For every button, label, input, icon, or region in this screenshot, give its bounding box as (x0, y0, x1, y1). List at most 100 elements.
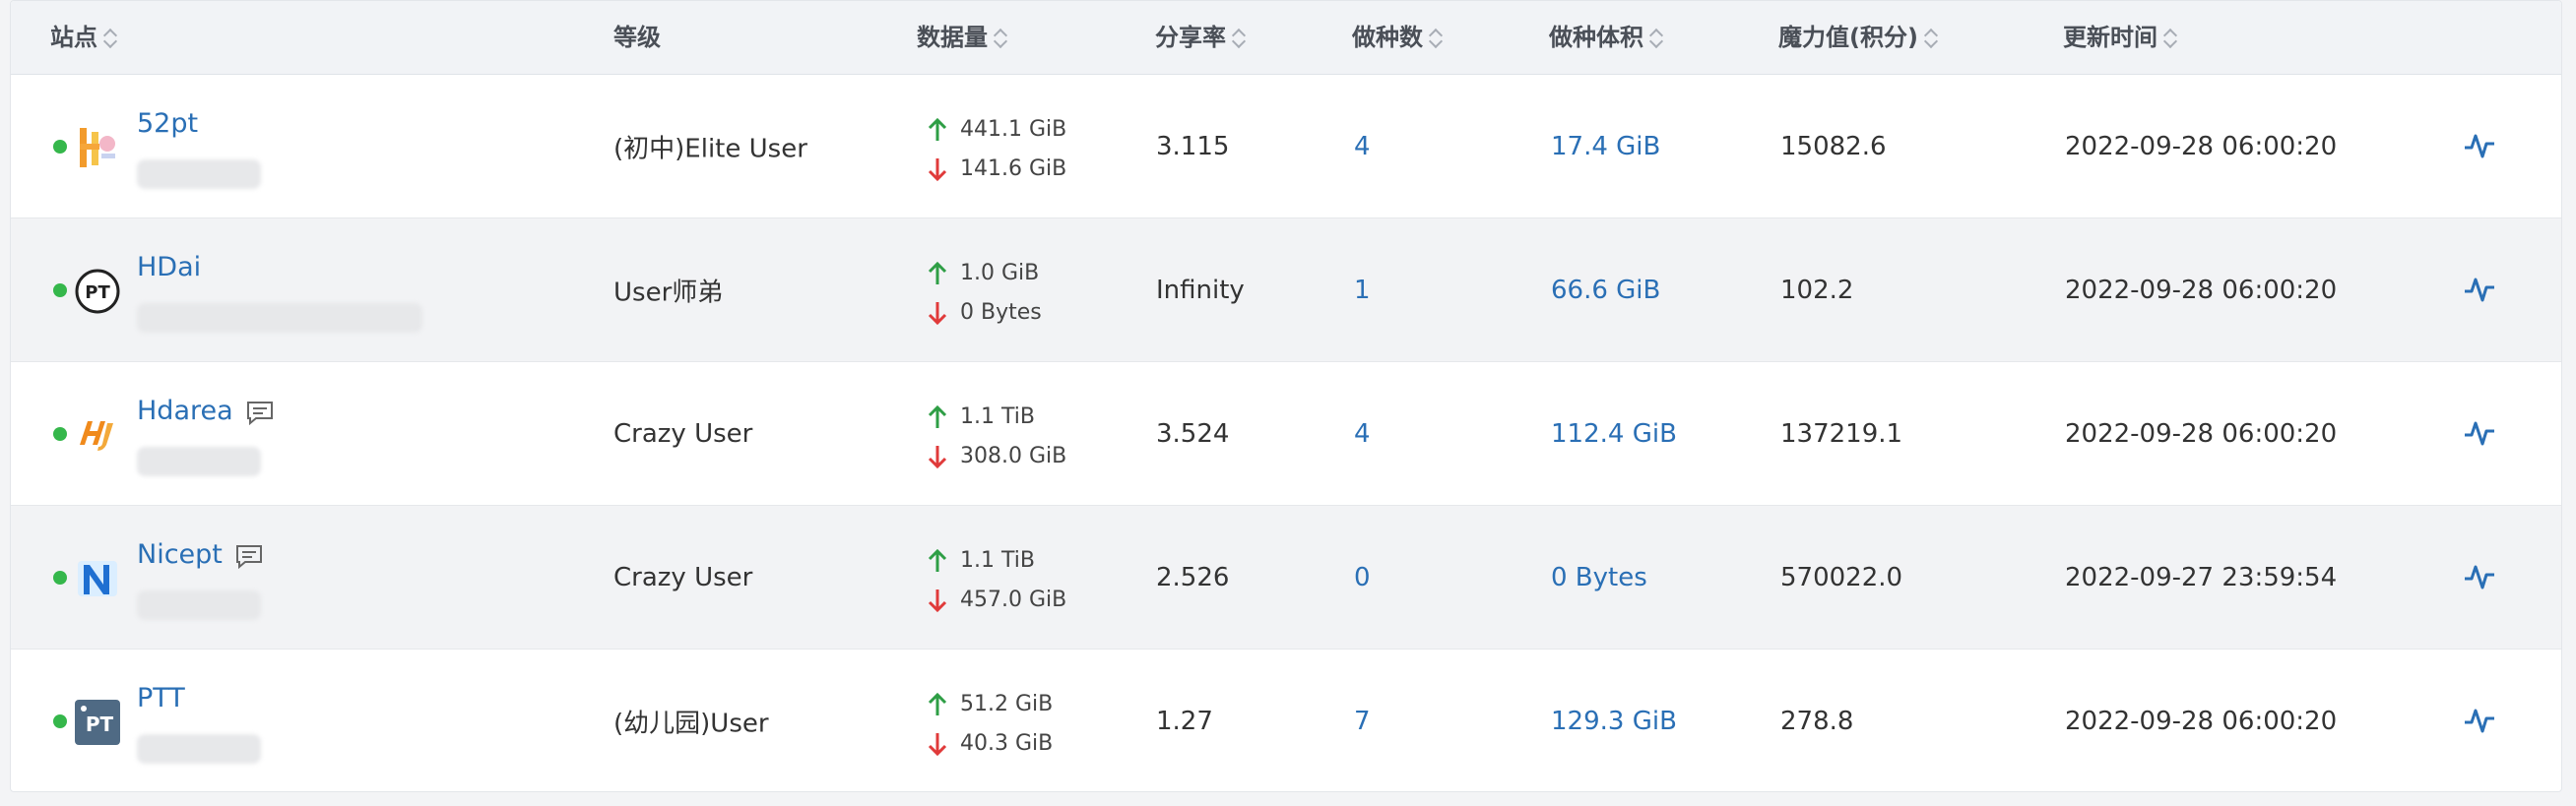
level-cell: Crazy User (613, 562, 753, 592)
level-cell: User师弟 (613, 278, 724, 307)
activity-chart-icon[interactable] (2463, 274, 2496, 305)
seeding-size-link[interactable]: 17.4 GiB (1551, 132, 1660, 161)
header-level: 等级 (613, 21, 661, 54)
site-name-label: 52pt (137, 108, 199, 139)
updated-cell: 2022-09-28 06:00:20 (2065, 131, 2338, 161)
ratio-cell: 3.115 (1156, 131, 1230, 161)
download-value: 457.0 GiB (960, 588, 1067, 612)
ratio-cell: 2.526 (1156, 562, 1230, 592)
site-name-link[interactable]: HDai (137, 252, 201, 282)
updated-cell: 2022-09-28 06:00:20 (2065, 706, 2338, 736)
level-cell: (初中)Elite User (613, 134, 807, 163)
level-cell: (幼儿园)User (613, 709, 769, 738)
seeding-size-link[interactable]: 112.4 GiB (1551, 419, 1677, 449)
header-data-volume-label: 数据量 (917, 24, 988, 51)
ratio-cell: Infinity (1156, 275, 1245, 305)
masked-username (137, 734, 261, 764)
site-name-link[interactable]: Nicept (137, 539, 264, 570)
nicept-logo-icon (78, 561, 117, 596)
table-row: PT PTT (幼儿园)User 51.2 GiB 40.3 GiB 1.27 … (11, 650, 2561, 791)
masked-username (137, 159, 261, 189)
header-bonus[interactable]: 魔力值(积分) (1778, 21, 1938, 54)
sort-icon[interactable] (1649, 28, 1663, 49)
upload-value: 1.0 GiB (960, 261, 1040, 285)
header-seeding-size-label: 做种体积 (1549, 24, 1643, 51)
updated-cell: 2022-09-28 06:00:20 (2065, 275, 2338, 305)
masked-username (137, 590, 261, 620)
download-value: 0 Bytes (960, 300, 1042, 325)
site-name-link[interactable]: 52pt (137, 108, 198, 139)
download-arrow-icon (928, 446, 947, 469)
table-header: 站点 等级 数据量 分享率 做种数 做种体积 魔力值(积分) 更新时间 (11, 1, 2561, 75)
table-row: Nicept Crazy User 1.1 TiB 457.0 GiB 2.52… (11, 506, 2561, 650)
online-status-dot (53, 571, 67, 585)
download-value: 308.0 GiB (960, 444, 1067, 468)
upload-arrow-icon (928, 261, 947, 284)
masked-username (137, 303, 422, 333)
site-name-label: Hdarea (137, 396, 233, 426)
online-status-dot (53, 140, 67, 154)
seeding-size-link[interactable]: 129.3 GiB (1551, 707, 1677, 736)
seeding-count-link[interactable]: 4 (1354, 419, 1371, 449)
sort-icon[interactable] (1429, 28, 1443, 49)
traffic-cell: 1.1 TiB 308.0 GiB (927, 398, 1066, 476)
activity-chart-icon[interactable] (2463, 705, 2496, 736)
ratio-cell: 3.524 (1156, 418, 1230, 449)
download-value: 141.6 GiB (960, 156, 1067, 181)
bonus-cell: 102.2 (1780, 275, 1854, 305)
header-data-volume[interactable]: 数据量 (917, 21, 1007, 54)
sort-icon[interactable] (994, 28, 1007, 49)
header-share-ratio-label: 分享率 (1155, 24, 1226, 51)
svg-text:PT: PT (86, 713, 114, 736)
site-name-link[interactable]: Hdarea (137, 396, 275, 426)
sort-icon[interactable] (1924, 28, 1938, 49)
seeding-count-link[interactable]: 4 (1354, 132, 1371, 161)
upload-value: 1.1 TiB (960, 548, 1035, 573)
header-site-label: 站点 (50, 24, 97, 51)
52pt-logo-icon (80, 128, 115, 167)
site-name-label: Nicept (137, 539, 223, 570)
header-updated-label: 更新时间 (2063, 24, 2157, 51)
site-stats-table: 站点 等级 数据量 分享率 做种数 做种体积 魔力值(积分) 更新时间 52pt… (10, 0, 2562, 792)
header-site[interactable]: 站点 (50, 21, 117, 54)
header-updated[interactable]: 更新时间 (2063, 21, 2177, 54)
activity-chart-icon[interactable] (2463, 561, 2496, 592)
bonus-cell: 137219.1 (1780, 418, 1903, 449)
bonus-cell: 278.8 (1780, 706, 1854, 736)
traffic-cell: 1.1 TiB 457.0 GiB (927, 541, 1066, 620)
activity-chart-icon[interactable] (2463, 130, 2496, 161)
sort-icon[interactable] (2163, 28, 2177, 49)
seeding-count-link[interactable]: 0 (1354, 563, 1371, 592)
download-arrow-icon (928, 733, 947, 757)
seeding-count-link[interactable]: 1 (1354, 276, 1371, 305)
upload-value: 1.1 TiB (960, 404, 1035, 429)
message-icon[interactable] (234, 543, 264, 569)
header-seeding-count[interactable]: 做种数 (1352, 21, 1443, 54)
site-name-label: PTT (137, 683, 185, 713)
hdarea-logo-icon (80, 421, 113, 451)
sort-icon[interactable] (103, 28, 117, 49)
traffic-cell: 51.2 GiB 40.3 GiB (927, 685, 1053, 764)
header-seeding-size[interactable]: 做种体积 (1549, 21, 1663, 54)
upload-arrow-icon (928, 404, 947, 428)
ratio-cell: 1.27 (1156, 706, 1213, 736)
sort-icon[interactable] (1232, 28, 1246, 49)
upload-value: 441.1 GiB (960, 117, 1067, 142)
header-level-label: 等级 (613, 24, 661, 51)
online-status-dot (53, 427, 67, 441)
activity-chart-icon[interactable] (2463, 417, 2496, 449)
seeding-size-link[interactable]: 0 Bytes (1551, 563, 1647, 592)
bonus-cell: 570022.0 (1780, 562, 1903, 592)
upload-value: 51.2 GiB (960, 692, 1054, 716)
traffic-cell: 441.1 GiB 141.6 GiB (927, 110, 1066, 189)
header-share-ratio[interactable]: 分享率 (1155, 21, 1246, 54)
table-row: Hdarea Crazy User 1.1 TiB 308.0 GiB 3.52… (11, 362, 2561, 506)
masked-username (137, 447, 261, 476)
online-status-dot (53, 714, 67, 728)
message-icon[interactable] (245, 400, 275, 425)
upload-arrow-icon (928, 117, 947, 141)
seeding-size-link[interactable]: 66.6 GiB (1551, 276, 1660, 305)
traffic-cell: 1.0 GiB 0 Bytes (927, 254, 1042, 333)
site-name-link[interactable]: PTT (137, 683, 185, 713)
seeding-count-link[interactable]: 7 (1354, 707, 1371, 736)
